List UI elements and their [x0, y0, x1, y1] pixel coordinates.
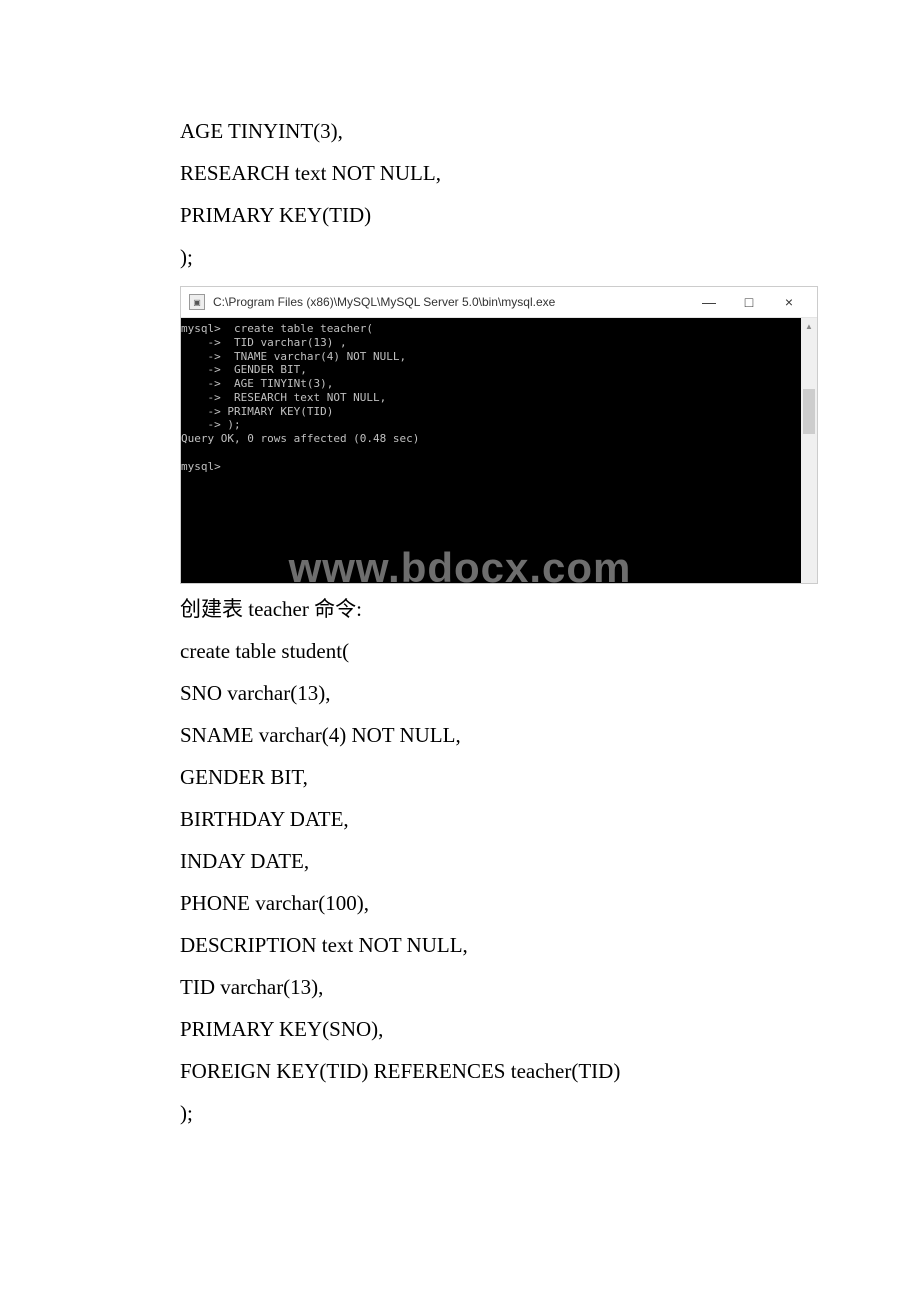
maximize-button[interactable]: □	[729, 294, 769, 310]
sql-line: FOREIGN KEY(TID) REFERENCES teacher(TID)	[180, 1050, 740, 1092]
sql-line: TID varchar(13),	[180, 966, 740, 1008]
sql-line: RESEARCH text NOT NULL,	[180, 152, 740, 194]
sql-line: PHONE varchar(100),	[180, 882, 740, 924]
sql-line: SNO varchar(13),	[180, 672, 740, 714]
caption-text: 创建表 teacher 命令:	[180, 588, 740, 630]
terminal-output[interactable]: mysql> create table teacher( -> TID varc…	[181, 318, 801, 583]
sql-line: AGE TINYINT(3),	[180, 110, 740, 152]
app-icon: ▣	[189, 294, 205, 310]
sql-line: create table student(	[180, 630, 740, 672]
document-page: AGE TINYINT(3), RESEARCH text NOT NULL, …	[0, 0, 920, 1214]
terminal-window: ▣ C:\Program Files (x86)\MySQL\MySQL Ser…	[180, 286, 818, 584]
window-title: C:\Program Files (x86)\MySQL\MySQL Serve…	[213, 295, 689, 309]
sql-line: PRIMARY KEY(TID)	[180, 194, 740, 236]
scrollbar[interactable]: ▲	[801, 318, 817, 583]
window-controls: — □ ×	[689, 294, 809, 310]
sql-line: GENDER BIT,	[180, 756, 740, 798]
sql-line: PRIMARY KEY(SNO),	[180, 1008, 740, 1050]
sql-line: DESCRIPTION text NOT NULL,	[180, 924, 740, 966]
close-button[interactable]: ×	[769, 294, 809, 310]
window-titlebar[interactable]: ▣ C:\Program Files (x86)\MySQL\MySQL Ser…	[181, 287, 817, 318]
sql-line: );	[180, 1092, 740, 1134]
sql-line: BIRTHDAY DATE,	[180, 798, 740, 840]
sql-line: INDAY DATE,	[180, 840, 740, 882]
scroll-track[interactable]	[801, 334, 817, 583]
scroll-thumb[interactable]	[803, 389, 815, 434]
scroll-up-icon[interactable]: ▲	[801, 318, 817, 334]
sql-line: SNAME varchar(4) NOT NULL,	[180, 714, 740, 756]
minimize-button[interactable]: —	[689, 294, 729, 310]
sql-line: );	[180, 236, 740, 278]
